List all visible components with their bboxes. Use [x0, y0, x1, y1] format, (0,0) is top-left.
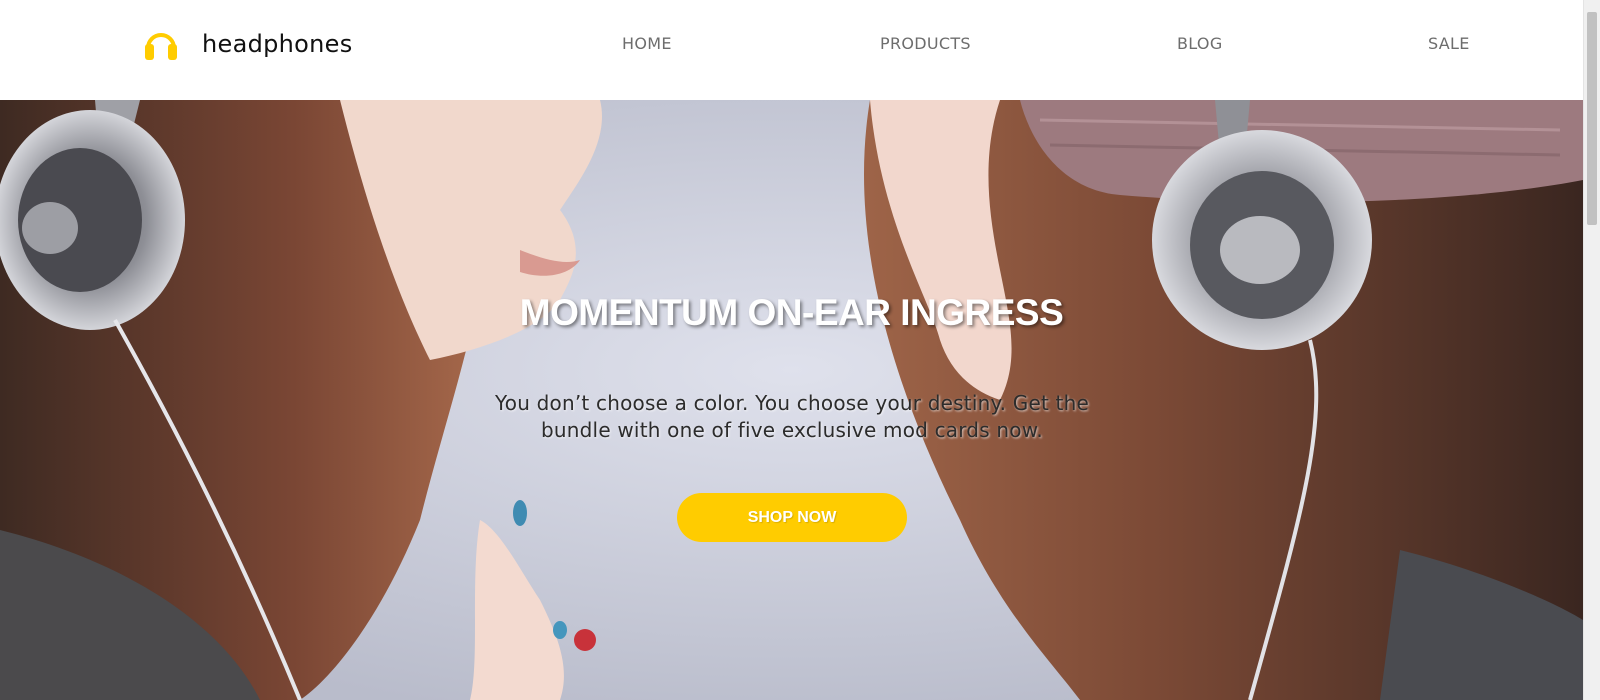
- site-header: headphones HOME PRODUCTS BLOG SALE: [0, 0, 1583, 100]
- scrollbar-thumb[interactable]: [1587, 12, 1597, 225]
- vertical-scrollbar[interactable]: [1583, 0, 1600, 700]
- headphones-icon: [145, 33, 177, 60]
- hero-title: MOMENTUM ON-EAR INGRESS: [519, 292, 1064, 333]
- hero-banner: MOMENTUM ON-EAR INGRESS You don’t choose…: [0, 100, 1583, 700]
- shop-now-button[interactable]: SHOP NOW: [677, 493, 907, 542]
- nav-sale-link[interactable]: SALE: [1428, 34, 1470, 53]
- brand-logo[interactable]: headphones: [144, 26, 353, 62]
- brand-name: headphones: [202, 30, 353, 58]
- nav-products-link[interactable]: PRODUCTS: [880, 34, 971, 53]
- nav-blog-link[interactable]: BLOG: [1177, 34, 1223, 53]
- hero-subtitle: You don’t choose a color. You choose you…: [495, 391, 1089, 442]
- nav-home-link[interactable]: HOME: [622, 34, 672, 53]
